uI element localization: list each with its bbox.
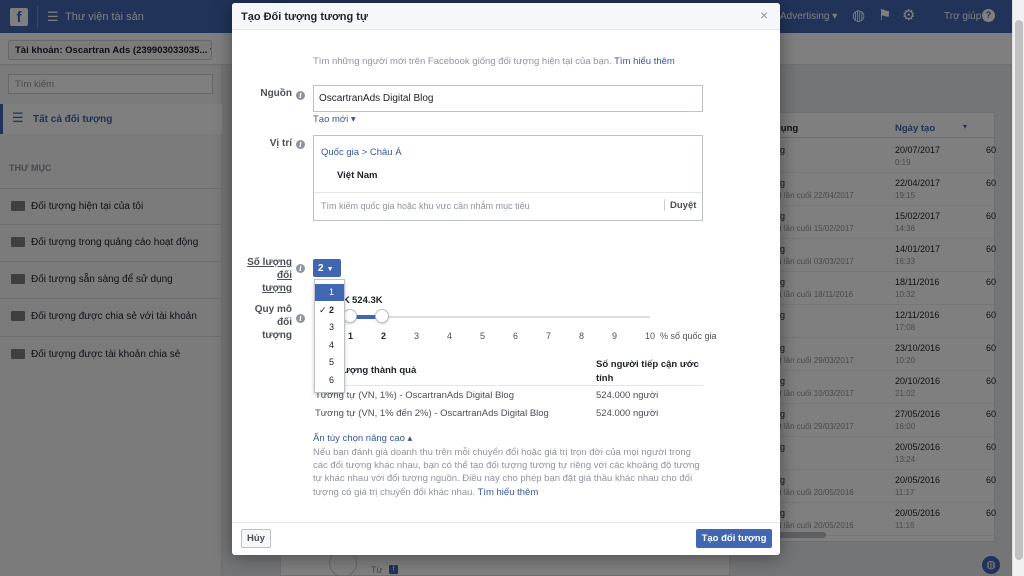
slider-tick-label: 1 <box>348 331 354 341</box>
dropdown-option-label: 2 <box>329 304 335 315</box>
check-icon: ✓ <box>319 304 327 315</box>
location-breadcrumb[interactable]: Quốc gia > Châu Á <box>321 147 402 158</box>
count-label-line: đối tượng <box>262 270 292 294</box>
location-search-input[interactable]: Tìm kiếm quốc gia hoặc khu vực cần nhắm … <box>321 201 530 211</box>
page-scrollbar[interactable] <box>1012 0 1024 576</box>
dropdown-option-label: 5 <box>329 357 335 367</box>
create-audience-button[interactable]: Tạo đối tượng <box>696 529 772 548</box>
info-icon[interactable]: i <box>296 140 305 149</box>
slider-tick-label: 8 <box>579 331 585 341</box>
slider-tick-label: 5 <box>480 331 486 341</box>
result-row-reach: 524.000 người <box>596 390 659 401</box>
count-value: 2 <box>318 263 324 274</box>
caret-up-icon: ▴ <box>407 433 413 444</box>
create-new-label: Tạo mới <box>313 114 349 125</box>
learn-more-link[interactable]: Tìm hiểu thêm <box>614 56 675 67</box>
scrollbar-thumb[interactable] <box>1015 20 1023 560</box>
results-column-reach: Số người tiếp cận ước tính <box>596 359 699 384</box>
slider-tick-label: 9 <box>612 331 618 341</box>
divider <box>232 522 780 523</box>
close-icon[interactable]: × <box>760 8 768 22</box>
slider-tick-label: 4 <box>447 331 453 341</box>
dialog-header: Tạo Đối tượng tương tự × <box>232 3 780 30</box>
count-label: Số lượng đối tượng <box>246 256 292 295</box>
intro-text: Tìm những người mới trên Facebook giống … <box>313 56 612 67</box>
dropdown-option-label: 4 <box>329 339 335 350</box>
size-label-line: tượng <box>262 330 292 341</box>
slider-unit-label: % số quốc gia <box>660 331 717 341</box>
slider-tick-label: 7 <box>546 331 552 341</box>
source-input[interactable]: OscartranAds Digital Blog <box>313 85 703 112</box>
advanced-description: Nếu bạn đánh giá doanh thu trên mỗi chuy… <box>313 446 705 499</box>
dropdown-option-label: 6 <box>329 374 335 385</box>
audience-size-slider[interactable] <box>345 316 650 318</box>
browse-button[interactable]: Duyệt <box>670 200 696 211</box>
result-row-name: Tương tự (VN, 1% đến 2%) - OscartranAds … <box>315 408 549 419</box>
divider <box>314 192 702 193</box>
divider <box>313 385 703 386</box>
cancel-button[interactable]: Hủy <box>241 529 271 548</box>
dropdown-option-label: 1 <box>329 287 335 297</box>
info-icon[interactable]: i <box>296 91 305 100</box>
audience-count-select[interactable]: 2 ▼ <box>313 259 341 277</box>
result-row-reach: 524.000 người <box>596 408 659 419</box>
dropdown-option[interactable]: ✓ 2 <box>315 302 344 319</box>
dropdown-option-label: 3 <box>329 322 335 332</box>
caret-down-icon: ▼ <box>326 266 334 273</box>
dialog-intro: Tìm những người mới trên Facebook giống … <box>313 56 675 67</box>
dropdown-option[interactable]: 1 <box>315 284 344 301</box>
lookalike-audience-dialog: Tạo Đối tượng tương tự × Tìm những người… <box>232 3 780 555</box>
dropdown-option[interactable]: 4 <box>315 337 344 354</box>
slider-tick-label: 3 <box>414 331 420 341</box>
slider-tick-label: 6 <box>513 331 519 341</box>
audience-count-dropdown: 1 ✓ 2 3 4 5 6 <box>314 279 345 393</box>
source-label: Nguồn <box>260 88 292 99</box>
location-country[interactable]: Việt Nam <box>337 170 377 181</box>
size-label: Quy mô đối tượng <box>240 303 292 342</box>
dropdown-option[interactable]: 3 <box>315 319 344 336</box>
advanced-toggle-label: Ẩn tùy chọn nâng cao <box>313 433 405 444</box>
slider-tick-label: 2 <box>381 331 387 341</box>
location-box: Quốc gia > Châu Á Việt Nam Tìm kiếm quốc… <box>313 135 703 221</box>
info-icon[interactable]: i <box>296 264 305 273</box>
dropdown-option[interactable]: 6 <box>315 372 344 389</box>
caret-down-icon: ▾ <box>350 114 356 125</box>
dialog-title: Tạo Đối tượng tương tự <box>241 11 368 23</box>
divider <box>664 199 665 211</box>
size-label-line: Quy mô đối <box>254 304 292 328</box>
slider-handle-max[interactable] <box>375 309 389 323</box>
slider-tick-label: 10 <box>645 331 656 341</box>
create-new-link[interactable]: Tạo mới ▾ <box>313 114 356 125</box>
dropdown-option[interactable]: 5 <box>315 354 344 371</box>
results-column-audience: ượng thành quả <box>343 365 417 376</box>
count-label-line: Số lượng <box>247 257 292 268</box>
info-icon[interactable]: i <box>296 314 305 323</box>
slider-handle-min[interactable] <box>343 309 357 323</box>
reach-value: 524.3K <box>352 295 383 306</box>
advanced-learn-more-link[interactable]: Tìm hiểu thêm <box>478 487 539 498</box>
advanced-options-toggle[interactable]: Ẩn tùy chọn nâng cao ▴ <box>313 433 412 444</box>
location-label: Vị trí <box>269 138 292 149</box>
